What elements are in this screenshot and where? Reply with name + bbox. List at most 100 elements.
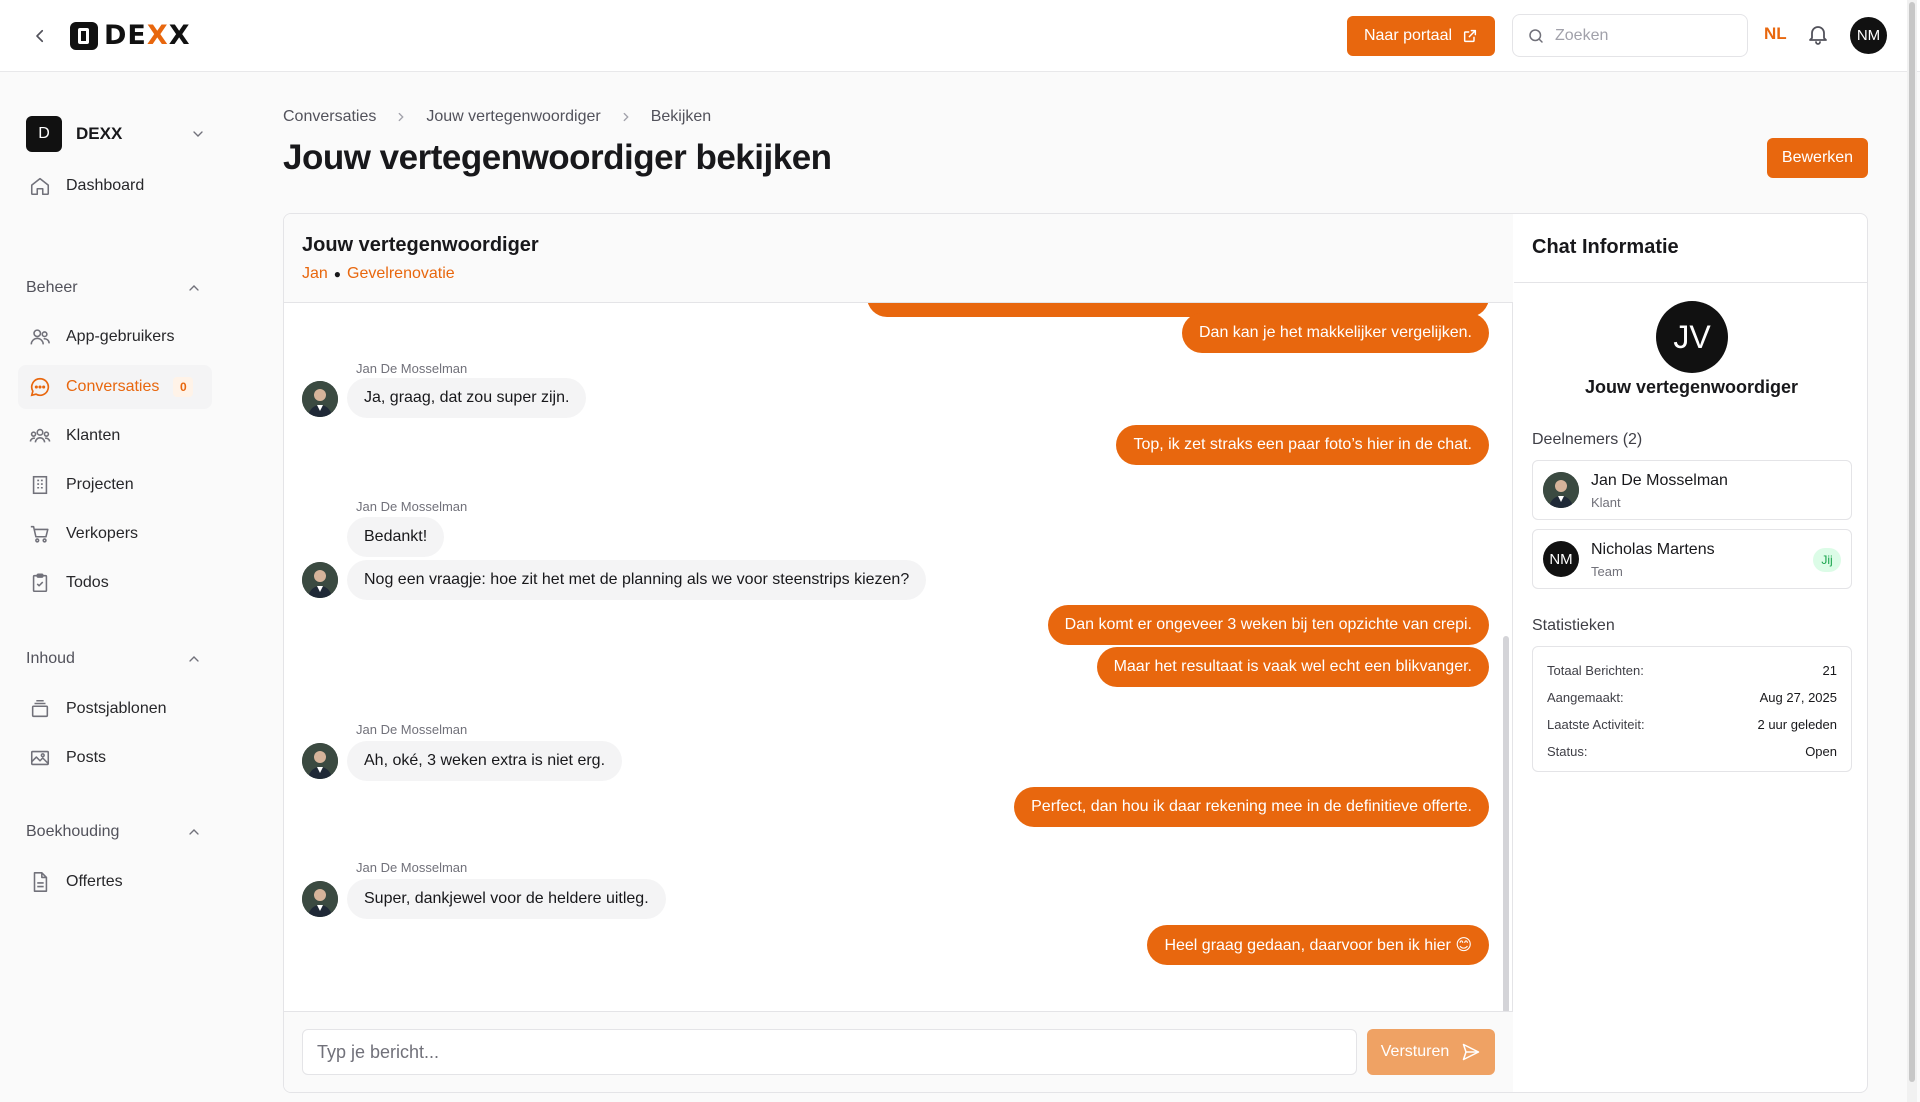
message-outgoing: Dan kan je het makkelijker vergelijken.: [1181, 313, 1489, 353]
group-icon: [28, 424, 52, 448]
building-icon: [28, 473, 52, 497]
stat-value: Open: [1805, 744, 1837, 759]
sidebar-item-label: Offertes: [66, 873, 123, 890]
sidebar-item-posts[interactable]: Posts: [18, 736, 212, 780]
section-boekhouding[interactable]: Boekhouding: [26, 823, 202, 841]
section-label: Inhoud: [26, 650, 75, 667]
breadcrumb-conversations[interactable]: Conversaties: [283, 108, 376, 126]
message-list[interactable]: Dan kan je het makkelijker vergelijken. …: [284, 303, 1513, 1011]
send-button[interactable]: Versturen: [1367, 1029, 1495, 1075]
participant-avatar: NM: [1543, 541, 1579, 577]
sidebar-item-label: Postsjablonen: [66, 700, 167, 717]
sidebar-item-projects[interactable]: Projecten: [18, 463, 212, 507]
message-incoming: Ja, graag, dat zou super zijn.: [347, 378, 587, 418]
stats-label: Statistieken: [1532, 617, 1615, 634]
user-avatar-photo: [302, 562, 338, 598]
sidebar: D DEXX Dashboard Beheer App-gebruikers C…: [0, 72, 232, 1102]
sidebar-item-post-templates[interactable]: Postsjablonen: [18, 687, 212, 731]
chevron-up-icon: [189, 829, 199, 835]
message-outgoing: Dan komt er ongeveer 3 weken bij ten opz…: [1047, 605, 1489, 645]
message-incoming: Ah, oké, 3 weken extra is niet erg.: [347, 741, 623, 781]
clipboard-check-icon: [28, 571, 52, 595]
language-switcher[interactable]: NL: [1764, 24, 1787, 44]
sidebar-item-label: Projecten: [66, 476, 134, 493]
logo-mark-icon: [70, 21, 98, 50]
participant-role: Team: [1591, 564, 1623, 579]
chat-info-title: Chat Informatie: [1514, 214, 1867, 283]
brand-name: DEXX: [104, 20, 191, 51]
message-outgoing: Top, ik zet straks een paar foto’s hier …: [1116, 425, 1489, 465]
chevron-up-icon: [189, 285, 199, 291]
sidebar-item-label: Posts: [66, 749, 107, 766]
sidebar-item-conversations[interactable]: Conversaties 0: [18, 365, 212, 409]
chat-subtitle-person: Jan: [302, 265, 328, 282]
send-icon: [1462, 1043, 1480, 1061]
search-input[interactable]: [1555, 26, 1725, 45]
chevron-up-icon: [189, 656, 199, 662]
sidebar-item-label: Conversaties: [66, 378, 160, 395]
message-outgoing: Maar het resultaat is vaak wel echt een …: [1096, 647, 1489, 687]
stat-label: Aangemaakt:: [1547, 690, 1624, 705]
chat-panel: Jouw vertegenwoordiger Jan ● Gevelrenovati…: [284, 214, 1513, 1092]
sidebar-item-label: App-gebruikers: [66, 328, 175, 345]
conversation-name: Jouw vertegenwoordiger: [1584, 377, 1799, 397]
cart-icon: [28, 522, 52, 546]
chat-subtitle-project: Gevelrenovatie: [347, 265, 455, 282]
chat-bubble-icon: [28, 375, 52, 399]
bell-icon[interactable]: [1806, 22, 1832, 48]
chat-header: Jouw vertegenwoordiger Jan ● Gevelrenovati…: [284, 214, 1513, 303]
stat-value: 2 uur geleden: [1757, 717, 1837, 732]
sidebar-item-label: Klanten: [66, 427, 121, 444]
org-switcher[interactable]: D DEXX: [26, 116, 206, 152]
brand-logo[interactable]: DEXX: [70, 20, 191, 51]
layers-icon: [28, 697, 52, 721]
message-incoming: Bedankt!: [347, 517, 445, 557]
sidebar-item-sellers[interactable]: Verkopers: [18, 512, 212, 556]
sidebar-item-quotes[interactable]: Offertes: [18, 860, 212, 904]
breadcrumb-current: Bekijken: [650, 108, 712, 125]
participant-avatar-photo: [1543, 472, 1579, 508]
message-outgoing: Heel graag gedaan, daarvoor ben ik hier …: [1147, 925, 1489, 965]
participant-card[interactable]: Jan De Mosselman Klant: [1532, 460, 1852, 520]
page-title: Jouw vertegenwoordiger bekijken: [283, 138, 832, 177]
sidebar-item-clients[interactable]: Klanten: [18, 414, 212, 458]
users-icon: [28, 325, 52, 349]
page-scrollbar-thumb[interactable]: [1909, 2, 1915, 1082]
stat-row: Laatste Activiteit: 2 uur geleden: [1547, 711, 1837, 738]
top-bar: DEXX Naar portaal NL NM: [0, 0, 1920, 72]
portal-button[interactable]: Naar portaal: [1347, 16, 1495, 56]
edit-button[interactable]: Bewerken: [1767, 138, 1868, 178]
participant-name: Jan De Mosselman: [1591, 472, 1728, 489]
sidebar-item-label: Dashboard: [66, 177, 145, 194]
section-beheer[interactable]: Beheer: [26, 279, 202, 297]
message-outgoing: Perfect, dan hou ik daar rekening mee in…: [1014, 787, 1489, 827]
section-inhoud[interactable]: Inhoud: [26, 650, 202, 668]
participant-card[interactable]: NM Nicholas Martens Team Jij: [1532, 529, 1852, 589]
sidebar-item-todos[interactable]: Todos: [18, 561, 212, 605]
conversation-card: Jouw vertegenwoordiger Jan ● Gevelrenovati…: [283, 213, 1868, 1093]
breadcrumb-conversation[interactable]: Jouw vertegenwoordiger: [426, 108, 600, 126]
chat-subtitle: Jan ● Gevelrenovatie: [302, 265, 1495, 283]
message-composer: Versturen: [284, 1011, 1513, 1092]
breadcrumb: Conversaties Jouw vertegenwoordiger Beki…: [283, 108, 711, 126]
participant-name: Nicholas Martens: [1591, 541, 1715, 558]
stat-row: Status: Open: [1547, 738, 1837, 765]
unread-count-badge: 0: [173, 377, 194, 397]
stats-card: Totaal Berichten: 21 Aangemaakt: Aug 27, 2…: [1532, 646, 1852, 772]
sidebar-item-dashboard[interactable]: Dashboard: [18, 164, 212, 208]
user-avatar-photo: [302, 881, 338, 917]
image-icon: [28, 746, 52, 770]
search-icon: [1529, 28, 1543, 43]
message-input[interactable]: [302, 1029, 1357, 1075]
user-avatar-photo: [302, 381, 338, 417]
sidebar-item-app-users[interactable]: App-gebruikers: [18, 315, 212, 359]
portal-button-label: Naar portaal: [1363, 27, 1453, 44]
search-box[interactable]: [1512, 14, 1748, 57]
user-avatar[interactable]: NM: [1850, 17, 1887, 54]
message-scrollbar[interactable]: [1503, 636, 1509, 1011]
chevron-down-icon: [193, 131, 203, 137]
chevron-right-icon: [623, 112, 629, 122]
section-label: Boekhouding: [26, 823, 120, 840]
back-icon[interactable]: [26, 22, 54, 50]
page-scrollbar[interactable]: [1907, 0, 1917, 1102]
